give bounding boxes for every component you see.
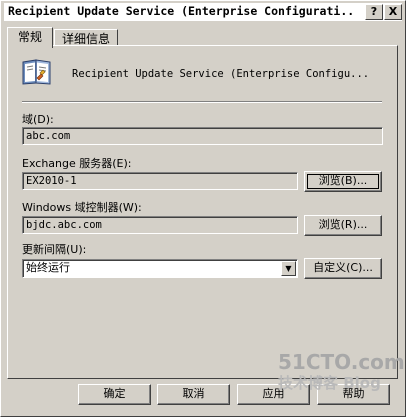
exchange-server-label: Exchange 服务器(E): bbox=[22, 157, 132, 170]
chevron-down-icon[interactable]: ▼ bbox=[281, 261, 296, 276]
domain-field[interactable]: abc.com bbox=[22, 127, 383, 145]
domain-label: 域(D): bbox=[22, 113, 54, 126]
update-interval-select[interactable]: 始终运行 ▼ bbox=[22, 259, 298, 278]
browse-exchange-button[interactable]: 浏览(B)... bbox=[304, 171, 382, 192]
help-button[interactable]: ? bbox=[365, 4, 383, 20]
update-interval-value: 始终运行 bbox=[26, 261, 70, 274]
apply-button[interactable]: 应用 bbox=[237, 384, 310, 405]
browse-dc-button[interactable]: 浏览(R)... bbox=[304, 215, 382, 236]
window-title: Recipient Update Service (Enterprise Con… bbox=[8, 4, 356, 18]
tab-general[interactable]: 常规 bbox=[7, 27, 53, 48]
help-dialog-button[interactable]: 帮助 bbox=[317, 384, 390, 405]
address-book-icon bbox=[22, 59, 51, 85]
domain-controller-field[interactable]: bjdc.abc.com bbox=[22, 216, 298, 234]
cancel-button[interactable]: 取消 bbox=[157, 384, 230, 405]
properties-dialog: Recipient Update Service (Enterprise Con… bbox=[0, 0, 406, 417]
update-interval-label: 更新间隔(U): bbox=[22, 243, 87, 256]
divider bbox=[22, 101, 382, 103]
ok-button[interactable]: 确定 bbox=[78, 384, 151, 405]
exchange-server-field[interactable]: EX2010-1 bbox=[22, 172, 298, 190]
custom-schedule-button[interactable]: 自定义(C)... bbox=[304, 258, 382, 279]
title-bar[interactable]: Recipient Update Service (Enterprise Con… bbox=[4, 3, 402, 21]
tab-panel-general: Recipient Update Service (Enterprise Con… bbox=[7, 45, 398, 379]
domain-controller-label: Windows 域控制器(W): bbox=[22, 201, 142, 214]
close-button[interactable]: X bbox=[384, 4, 402, 20]
header-label: Recipient Update Service (Enterprise Con… bbox=[72, 68, 370, 80]
